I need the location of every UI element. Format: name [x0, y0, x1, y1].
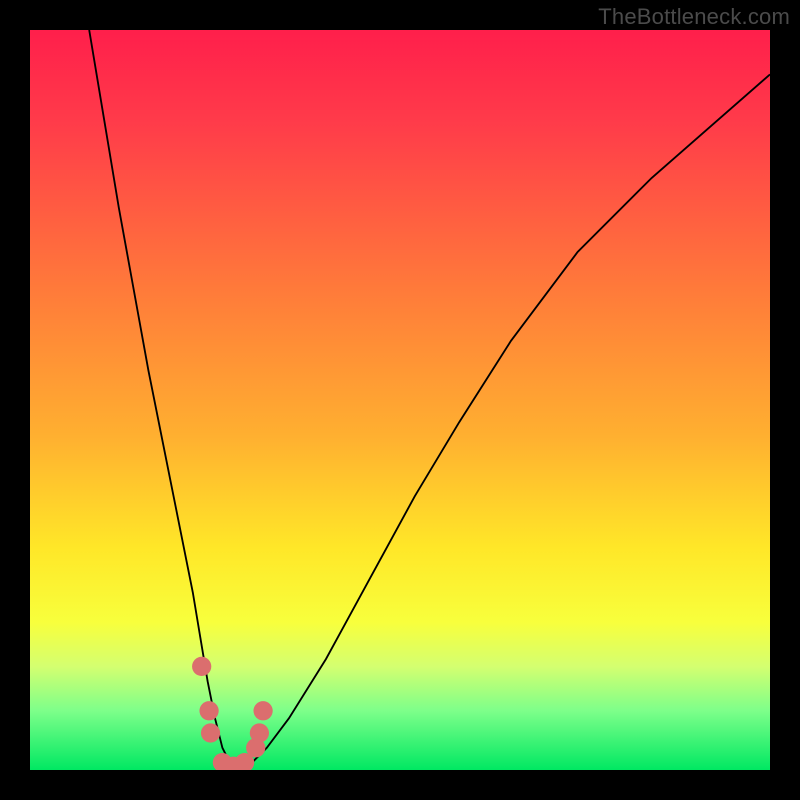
curve-path [89, 30, 770, 770]
chart-frame: TheBottleneck.com [0, 0, 800, 800]
curve-markers [192, 657, 273, 770]
curve-marker [201, 723, 220, 742]
bottleneck-curve [30, 30, 770, 770]
plot-area [30, 30, 770, 770]
watermark-text: TheBottleneck.com [598, 4, 790, 30]
curve-marker [250, 723, 269, 742]
curve-marker [199, 701, 218, 720]
curve-marker [253, 701, 272, 720]
curve-marker [192, 657, 211, 676]
